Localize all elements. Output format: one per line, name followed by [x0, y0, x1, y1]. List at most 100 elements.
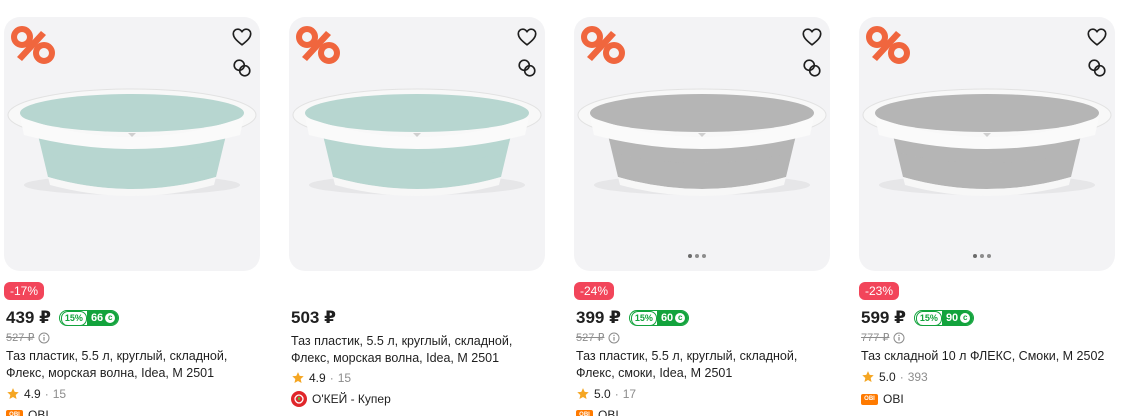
star-icon — [7, 388, 19, 400]
old-price: 527 ₽ — [6, 332, 35, 344]
star-icon — [862, 371, 874, 383]
price-row: 503 ₽ — [291, 307, 336, 329]
rating-separator: · — [614, 387, 619, 401]
heart-icon — [517, 28, 537, 46]
product-title[interactable]: Таз пластик, 5.5 л, круглый, складной, Ф… — [6, 348, 262, 382]
bonus-coin-icon: с — [675, 313, 686, 323]
rating-separator: · — [329, 371, 334, 385]
product-card[interactable]: -24% 399 ₽ 15% 60 с 527 ₽ Таз пластик, 5.… — [574, 17, 830, 416]
review-count: 15 — [337, 371, 352, 385]
old-price-row: 527 ₽ — [6, 331, 50, 345]
old-price-row: 777 ₽ — [861, 331, 905, 345]
price-row: 399 ₽ 15% 60 с — [576, 307, 690, 329]
cashback-bonus: 66 с — [86, 311, 119, 325]
cashback-percent: 15% — [915, 311, 942, 325]
rating-row: 5.0 · 17 — [576, 386, 636, 402]
heart-icon — [232, 28, 252, 46]
obi-logo: OBI — [6, 409, 23, 416]
discount-badge: -24% — [574, 282, 615, 300]
heart-icon — [1087, 28, 1107, 46]
price-row: 599 ₽ 15% 90 с — [861, 307, 975, 329]
cashback-percent: 15% — [60, 311, 87, 325]
price: 399 ₽ — [576, 308, 621, 327]
product-title[interactable]: Таз пластик, 5.5 л, круглый, складной, Ф… — [576, 348, 832, 382]
cashback-badge: 15% 60 с — [628, 310, 690, 326]
percent-promo-icon — [296, 26, 340, 64]
old-price: 527 ₽ — [576, 332, 605, 344]
okey-logo — [291, 391, 307, 407]
store-row[interactable]: OBI OBI — [6, 407, 49, 416]
discount-badge: -23% — [859, 282, 900, 300]
store-name: OBI — [28, 408, 49, 416]
review-count: 15 — [52, 387, 67, 401]
old-price-row: 527 ₽ — [576, 331, 620, 345]
review-count: 393 — [907, 370, 928, 384]
cashback-bonus: 90 с — [941, 311, 974, 325]
store-row[interactable]: OBI OBI — [576, 407, 619, 416]
store-row[interactable]: О'КЕЙ - Купер — [291, 391, 391, 407]
price: 439 ₽ — [6, 308, 51, 327]
cashback-amount: 66 — [90, 311, 104, 324]
info-icon[interactable] — [893, 332, 905, 344]
obi-logo: OBI — [861, 393, 878, 405]
percent-promo-icon — [11, 26, 55, 64]
rating-row: 4.9 · 15 — [6, 386, 66, 402]
rating-value: 5.0 — [594, 387, 611, 401]
compare-button[interactable] — [515, 56, 539, 80]
product-image[interactable] — [574, 17, 830, 271]
heart-icon — [802, 28, 822, 46]
cashback-badge: 15% 66 с — [58, 310, 120, 326]
rating-separator: · — [899, 370, 904, 384]
favorite-button[interactable] — [515, 25, 539, 49]
gallery-dots[interactable] — [973, 254, 991, 258]
review-count: 17 — [622, 387, 637, 401]
star-icon — [292, 372, 304, 384]
product-card[interactable]: -17% 439 ₽ 15% 66 с 527 ₽ Таз пластик, 5.… — [4, 17, 260, 416]
cashback-amount: 60 — [660, 311, 674, 324]
store-name: О'КЕЙ - Купер — [312, 392, 391, 406]
store-name: OBI — [598, 408, 619, 416]
rating-value: 4.9 — [24, 387, 41, 401]
favorite-button[interactable] — [1085, 25, 1109, 49]
product-image[interactable] — [4, 17, 260, 271]
product-title[interactable]: Таз складной 10 л ФЛЕКС, Смоки, М 2502 — [861, 348, 1117, 365]
compare-button[interactable] — [230, 56, 254, 80]
percent-promo-icon — [581, 26, 625, 64]
store-name: OBI — [883, 392, 904, 406]
product-image[interactable] — [859, 17, 1115, 271]
rating-separator: · — [44, 387, 49, 401]
rating-row: 4.9 · 15 — [291, 370, 351, 386]
cashback-bonus: 60 с — [656, 311, 689, 325]
bonus-coin-icon: с — [105, 313, 116, 323]
obi-logo: OBI — [576, 409, 593, 416]
star-icon — [577, 388, 589, 400]
info-icon[interactable] — [38, 332, 50, 344]
compare-rings-icon — [518, 59, 536, 77]
compare-rings-icon — [803, 59, 821, 77]
rating-row: 5.0 · 393 — [861, 369, 928, 385]
product-image[interactable] — [289, 17, 545, 271]
product-card[interactable]: -23% 599 ₽ 15% 90 с 777 ₽ Таз складной 10… — [859, 17, 1115, 416]
rating-value: 4.9 — [309, 371, 326, 385]
favorite-button[interactable] — [230, 25, 254, 49]
old-price: 777 ₽ — [861, 332, 890, 344]
price: 599 ₽ — [861, 308, 906, 327]
product-title[interactable]: Таз пластик, 5.5 л, круглый, складной, Ф… — [291, 333, 547, 367]
compare-rings-icon — [1088, 59, 1106, 77]
cashback-percent: 15% — [630, 311, 657, 325]
bonus-coin-icon: с — [960, 313, 971, 323]
product-card[interactable]: 503 ₽ Таз пластик, 5.5 л, круглый, склад… — [289, 17, 545, 416]
rating-value: 5.0 — [879, 370, 896, 384]
info-icon[interactable] — [608, 332, 620, 344]
gallery-dots[interactable] — [688, 254, 706, 258]
compare-rings-icon — [233, 59, 251, 77]
percent-promo-icon — [866, 26, 910, 64]
product-grid: -17% 439 ₽ 15% 66 с 527 ₽ Таз пластик, 5.… — [0, 0, 1141, 416]
store-row[interactable]: OBI OBI — [861, 391, 904, 407]
favorite-button[interactable] — [800, 25, 824, 49]
compare-button[interactable] — [1085, 56, 1109, 80]
cashback-badge: 15% 90 с — [913, 310, 975, 326]
price: 503 ₽ — [291, 308, 336, 327]
discount-badge: -17% — [4, 282, 45, 300]
compare-button[interactable] — [800, 56, 824, 80]
